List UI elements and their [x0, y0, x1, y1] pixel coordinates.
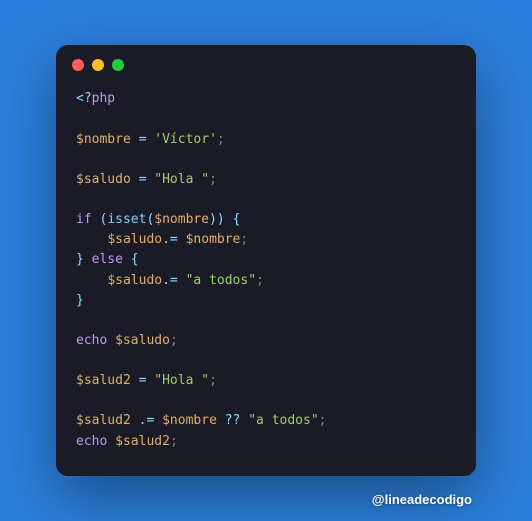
op-concat: .= [139, 413, 162, 428]
brace-close: } [76, 252, 84, 267]
brace-open: { [131, 252, 139, 267]
var-saludo: $saludo [76, 172, 131, 187]
fn-isset: isset [107, 212, 146, 227]
php-keyword: php [92, 91, 115, 106]
code-content: <?php $nombre = 'Víctor'; $saludo = "Hol… [56, 77, 476, 476]
var-nombre: $nombre [186, 232, 241, 247]
var-salud2: $salud2 [115, 434, 170, 449]
op-nullcoalesce: ?? [225, 413, 241, 428]
op-assign: = [131, 132, 154, 147]
op-assign: = [131, 172, 154, 187]
semicolon: ; [256, 273, 264, 288]
semicolon: ; [209, 172, 217, 187]
space [225, 212, 233, 227]
semicolon: ; [240, 232, 248, 247]
semicolon: ; [170, 434, 178, 449]
var-nombre: $nombre [154, 212, 209, 227]
var-saludo: $saludo [107, 232, 162, 247]
str-hola: "Hola " [154, 373, 209, 388]
str-victor: 'Víctor' [154, 132, 217, 147]
credits-handle: @lineadecodigo [372, 492, 472, 507]
var-salud2: $salud2 [76, 373, 131, 388]
space [107, 434, 115, 449]
str-atodos: "a todos" [186, 273, 256, 288]
kw-echo: echo [76, 333, 107, 348]
semicolon: ; [209, 373, 217, 388]
space [131, 413, 139, 428]
str-hola: "Hola " [154, 172, 209, 187]
window-titlebar [56, 45, 476, 77]
paren-close: )) [209, 212, 225, 227]
close-icon[interactable] [72, 59, 84, 71]
php-open-tag: <? [76, 91, 92, 106]
var-saludo: $saludo [115, 333, 170, 348]
space [107, 333, 115, 348]
indent [76, 273, 107, 288]
var-saludo: $saludo [107, 273, 162, 288]
op-concat: .= [162, 232, 185, 247]
var-nombre: $nombre [162, 413, 217, 428]
kw-else: else [92, 252, 123, 267]
semicolon: ; [217, 132, 225, 147]
brace-close: } [76, 293, 84, 308]
code-window: <?php $nombre = 'Víctor'; $saludo = "Hol… [56, 45, 476, 476]
op-assign: = [131, 373, 154, 388]
semicolon: ; [170, 333, 178, 348]
indent [76, 232, 107, 247]
kw-if: if [76, 212, 92, 227]
var-salud2: $salud2 [76, 413, 131, 428]
str-atodos: "a todos" [248, 413, 318, 428]
var-nombre: $nombre [76, 132, 131, 147]
space [123, 252, 131, 267]
semicolon: ; [319, 413, 327, 428]
space [217, 413, 225, 428]
op-concat: .= [162, 273, 185, 288]
maximize-icon[interactable] [112, 59, 124, 71]
space [84, 252, 92, 267]
kw-echo: echo [76, 434, 107, 449]
brace-open: { [233, 212, 241, 227]
minimize-icon[interactable] [92, 59, 104, 71]
